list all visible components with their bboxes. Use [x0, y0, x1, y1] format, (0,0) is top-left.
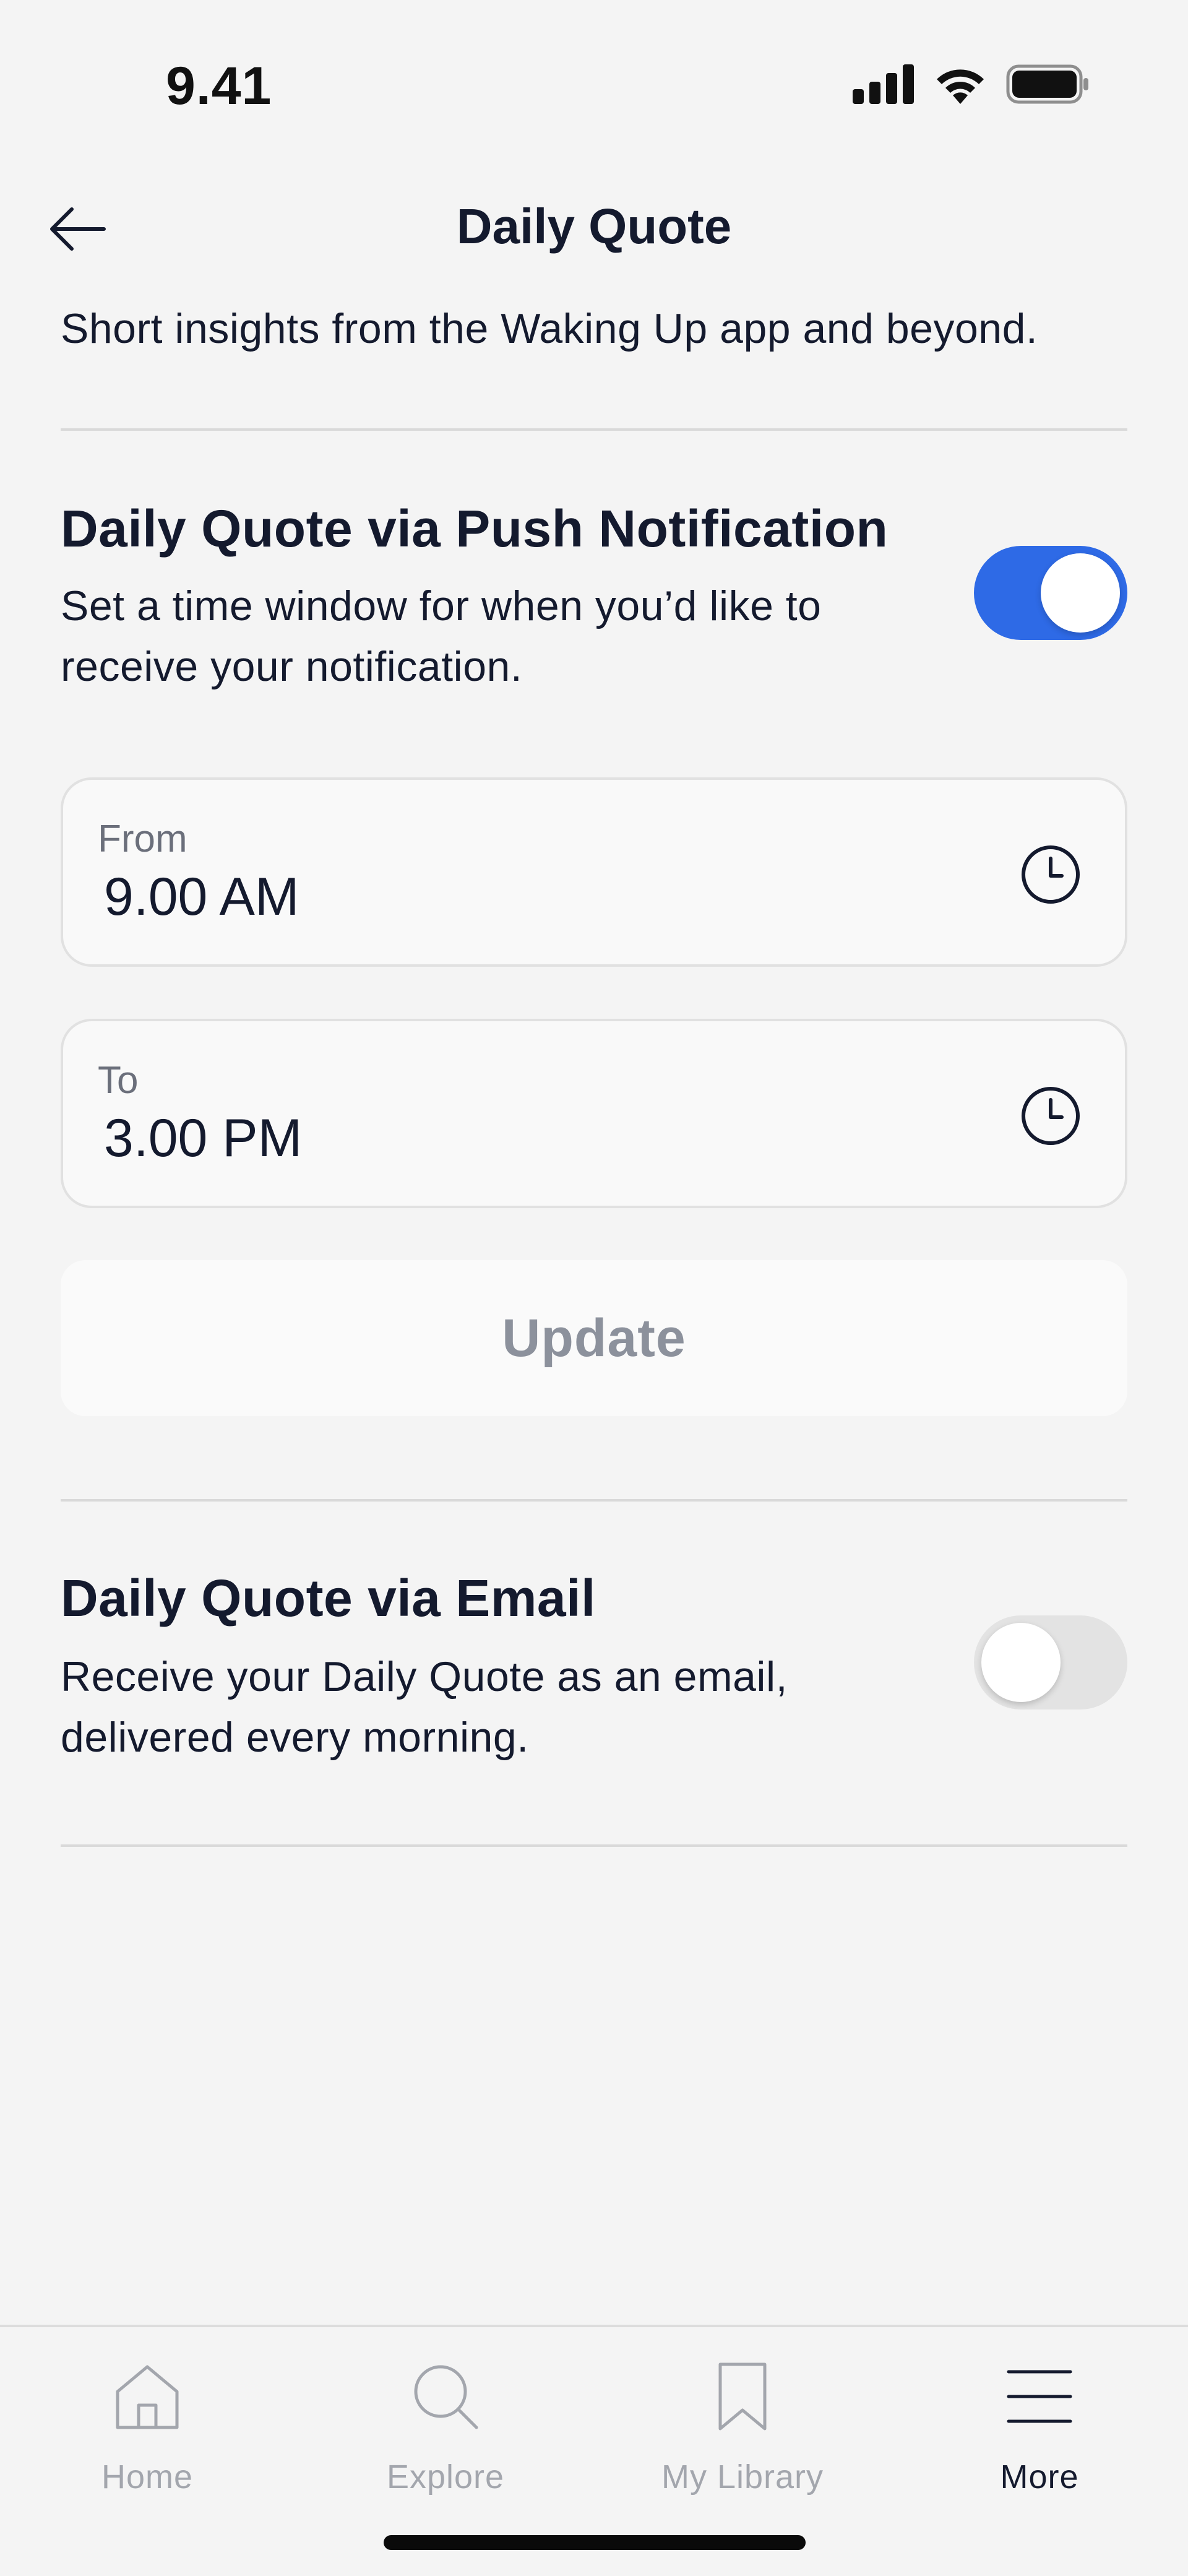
tab-explore-label: Explore — [386, 2458, 505, 2496]
tab-home[interactable]: Home — [36, 2359, 259, 2496]
from-label: From — [98, 818, 187, 860]
tab-my-library-label: My Library — [661, 2458, 824, 2496]
menu-icon — [1007, 2370, 1072, 2423]
cellular-signal-icon — [853, 64, 914, 104]
wifi-icon — [937, 69, 984, 104]
email-toggle[interactable] — [974, 1615, 1127, 1709]
tab-home-label: Home — [101, 2458, 194, 2496]
home-icon — [116, 2365, 179, 2429]
email-section-title: Daily Quote via Email — [61, 1569, 596, 1627]
from-time-field[interactable]: From 9.00 AM — [61, 777, 1127, 967]
bookmark-icon — [718, 2362, 767, 2431]
status-icons — [853, 64, 1089, 104]
tab-explore[interactable]: Explore — [334, 2359, 557, 2496]
clock-icon — [1022, 845, 1080, 904]
toggle-knob — [1041, 553, 1120, 633]
to-time-field[interactable]: To 3.00 PM — [61, 1019, 1127, 1208]
tab-my-library[interactable]: My Library — [631, 2359, 854, 2496]
to-label: To — [98, 1059, 139, 1102]
search-icon — [414, 2365, 478, 2429]
screen: 9.41 Daily Quote Short insights from the… — [0, 0, 1188, 2576]
divider — [61, 1844, 1127, 1847]
update-button[interactable]: Update — [61, 1260, 1127, 1416]
from-value: 9.00 AM — [104, 867, 299, 927]
toggle-knob — [981, 1623, 1061, 1702]
tab-more-label: More — [1000, 2458, 1079, 2496]
tab-more[interactable]: More — [928, 2359, 1151, 2496]
status-time: 9.41 — [166, 56, 272, 116]
push-section-description: Set a time window for when you’d like to… — [61, 582, 822, 690]
divider — [61, 428, 1127, 431]
email-section-description: Receive your Daily Quote as an email, de… — [61, 1653, 788, 1761]
page-title: Daily Quote — [456, 199, 732, 254]
home-indicator — [384, 2535, 806, 2550]
clock-icon — [1022, 1087, 1080, 1145]
to-value: 3.00 PM — [104, 1109, 303, 1168]
push-section-title: Daily Quote via Push Notification — [61, 499, 889, 558]
divider — [61, 1499, 1127, 1502]
page-subtitle: Short insights from the Waking Up app an… — [61, 305, 1038, 352]
push-notification-toggle[interactable] — [974, 546, 1127, 640]
battery-icon — [1006, 64, 1088, 104]
